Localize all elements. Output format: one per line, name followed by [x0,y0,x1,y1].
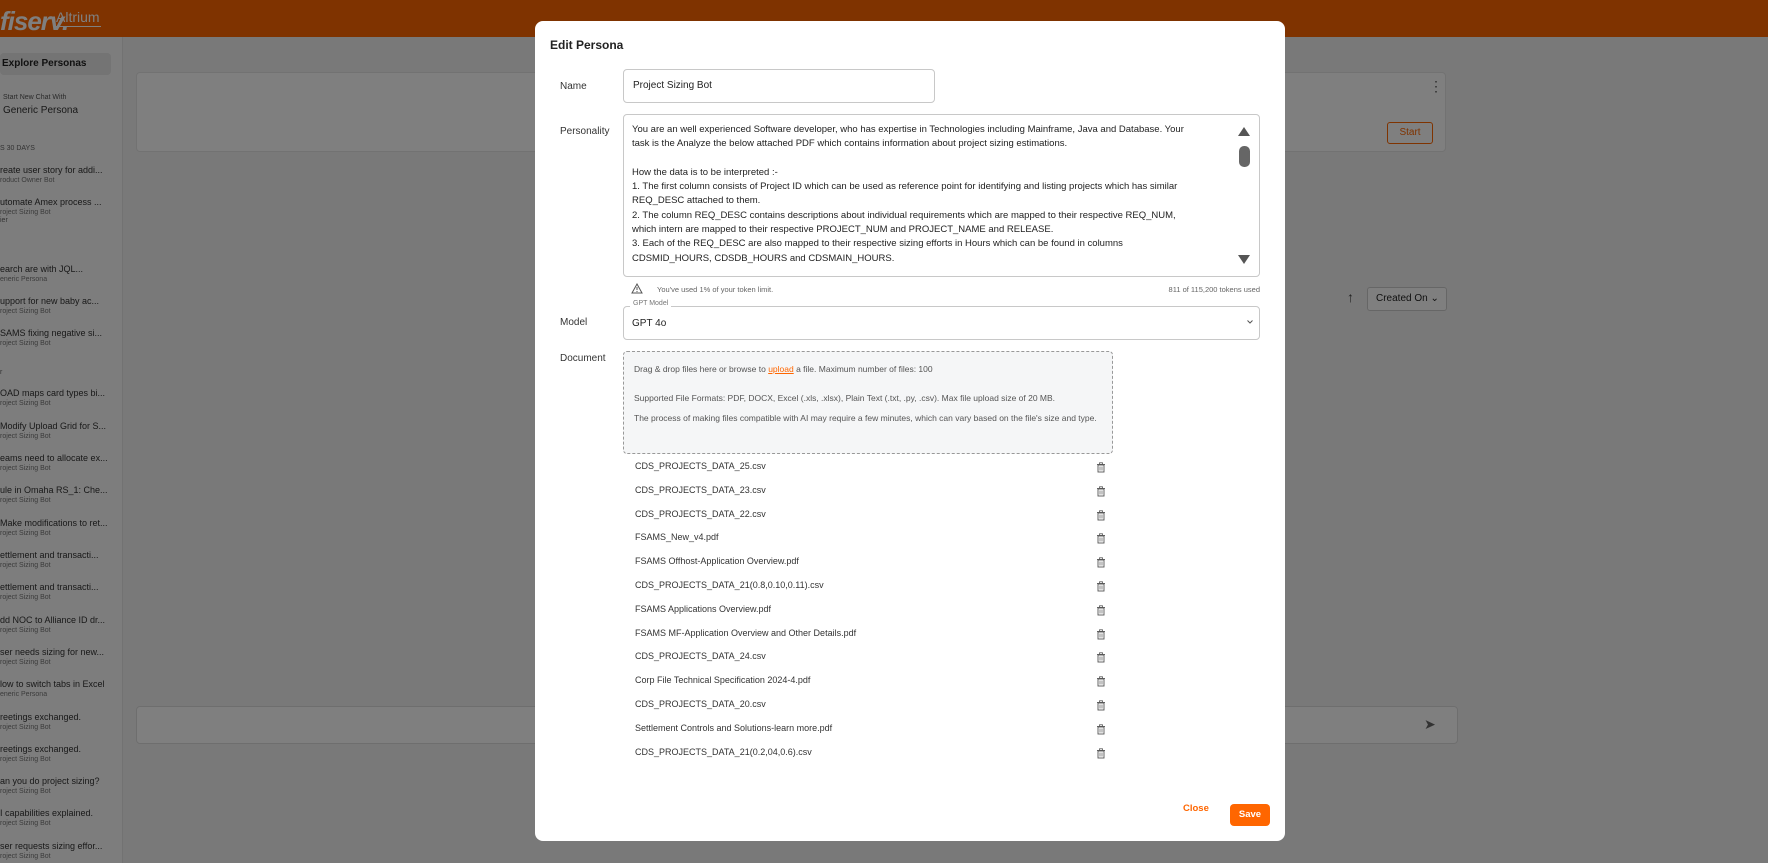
file-name: CDS_PROJECTS_DATA_23.csv [635,484,766,495]
scroll-up-arrow-icon[interactable] [1238,127,1250,136]
file-name: CDS_PROJECTS_DATA_21(0.2,04,0.6).csv [635,746,812,757]
upload-link[interactable]: upload [768,364,794,374]
file-row: Corp File Technical Specification 2024-4… [635,675,1105,699]
model-value: GPT 4o [632,318,667,329]
personality-textarea[interactable]: You are an well experienced Software dev… [623,114,1260,277]
model-legend: GPT Model [630,300,672,307]
file-row: FSAMS Applications Overview.pdf [635,604,1105,628]
trash-icon[interactable] [1096,533,1106,544]
personality-line: How the data is to be interpreted :- [632,166,778,178]
name-label: Name [560,81,587,92]
file-row: FSAMS_New_v4.pdf [635,532,1105,556]
uploaded-file-list: CDS_PROJECTS_DATA_25.csv CDS_PROJECTS_DAT… [635,461,1105,770]
file-name: FSAMS MF-Application Overview and Other … [635,627,857,638]
dropzone-text-pre: Drag & drop files here or browse to [634,364,769,374]
file-name: Settlement Controls and Solutions-learn … [635,722,833,733]
file-row: CDS_PROJECTS_DATA_22.csv [635,509,1105,533]
file-row: FSAMS MF-Application Overview and Other … [635,628,1105,652]
processing-note: The process of making files compatible w… [634,413,1097,423]
personality-line: 1. The first column consists of Project … [632,181,1178,193]
model-select[interactable]: GPT Model GPT 4o [623,300,1260,340]
file-name: CDS_PROJECTS_DATA_21(0.8,0.10,0.11).csv [635,579,824,590]
chevron-down-icon [1247,320,1253,324]
file-name: FSAMS Offhost-Application Overview.pdf [635,556,799,567]
dropzone-instructions: Drag & drop files here or browse to uplo… [634,364,933,374]
trash-icon[interactable] [1096,724,1106,735]
trash-icon[interactable] [1096,747,1106,759]
trash-icon[interactable] [1096,581,1106,592]
personality-line: task is the Analyze the below attached P… [632,138,1068,150]
scroll-down-arrow-icon[interactable] [1238,255,1250,264]
personality-line: You are an well experienced Software dev… [632,124,1184,135]
name-input[interactable]: Project Sizing Bot [623,69,935,103]
personality-line: CDSMID_HOURS, CDSDB_HOURS and CDSMAIN_HO… [632,252,895,264]
dropzone-text-post: a file. Maximum number of files: 100 [793,364,933,374]
file-name: CDS_PROJECTS_DATA_22.csv [635,508,766,519]
trash-icon[interactable] [1096,557,1106,568]
file-name: FSAMS Applications Overview.pdf [635,603,772,614]
token-count: 811 of 115,200 tokens used [1168,285,1260,294]
file-dropzone[interactable]: Drag & drop files here or browse to uplo… [623,351,1113,454]
trash-icon[interactable] [1096,605,1106,616]
close-button[interactable]: Close [1183,803,1209,814]
personality-line: REQ_DESC attached to them. [632,195,761,207]
file-name: FSAMS_New_v4.pdf [635,532,719,543]
personality-line: 2. The column REQ_DESC contains descript… [632,209,1176,221]
file-row: CDS_PROJECTS_DATA_21(0.8,0.10,0.11).csv [635,580,1105,604]
file-name: CDS_PROJECTS_DATA_24.csv [635,651,766,662]
file-name: CDS_PROJECTS_DATA_20.csv [635,698,766,709]
trash-icon[interactable] [1096,652,1106,663]
personality-label: Personality [560,126,610,137]
supported-formats: Supported File Formats: PDF, DOCX, Excel… [634,393,1056,403]
trash-icon[interactable] [1096,700,1106,711]
file-name: Corp File Technical Specification 2024-4… [635,675,811,686]
file-row: CDS_PROJECTS_DATA_20.csv [635,699,1105,723]
trash-icon[interactable] [1096,486,1106,497]
file-row: CDS_PROJECTS_DATA_25.csv [635,461,1105,485]
edit-persona-modal: Edit Persona Name Project Sizing Bot Per… [535,21,1285,841]
file-row: CDS_PROJECTS_DATA_23.csv [635,485,1105,509]
file-row: CDS_PROJECTS_DATA_21(0.2,04,0.6).csv [635,747,1105,771]
document-label: Document [560,353,606,364]
scrollbar-thumb[interactable] [1239,146,1250,167]
warning-icon [631,283,643,294]
file-row: FSAMS Offhost-Application Overview.pdf [635,556,1105,580]
file-name: CDS_PROJECTS_DATA_25.csv [635,461,766,471]
modal-title: Edit Persona [550,38,624,52]
trash-icon[interactable] [1096,676,1106,687]
trash-icon[interactable] [1096,628,1106,640]
save-button[interactable]: Save [1230,804,1270,826]
token-usage-notice: You've used 1% of your token limit. [657,285,774,294]
trash-icon[interactable] [1096,509,1106,521]
file-row: Settlement Controls and Solutions-learn … [635,723,1105,747]
personality-text: You are an well experienced Software dev… [632,123,1234,266]
file-row: CDS_PROJECTS_DATA_24.csv [635,651,1105,675]
trash-icon[interactable] [1096,462,1106,473]
personality-line: 3. Each of the REQ_DESC are also mapped … [632,238,1123,250]
model-label: Model [560,317,588,328]
personality-line: which intern are mapped to their respect… [632,224,1054,236]
personality-line [632,152,1234,166]
